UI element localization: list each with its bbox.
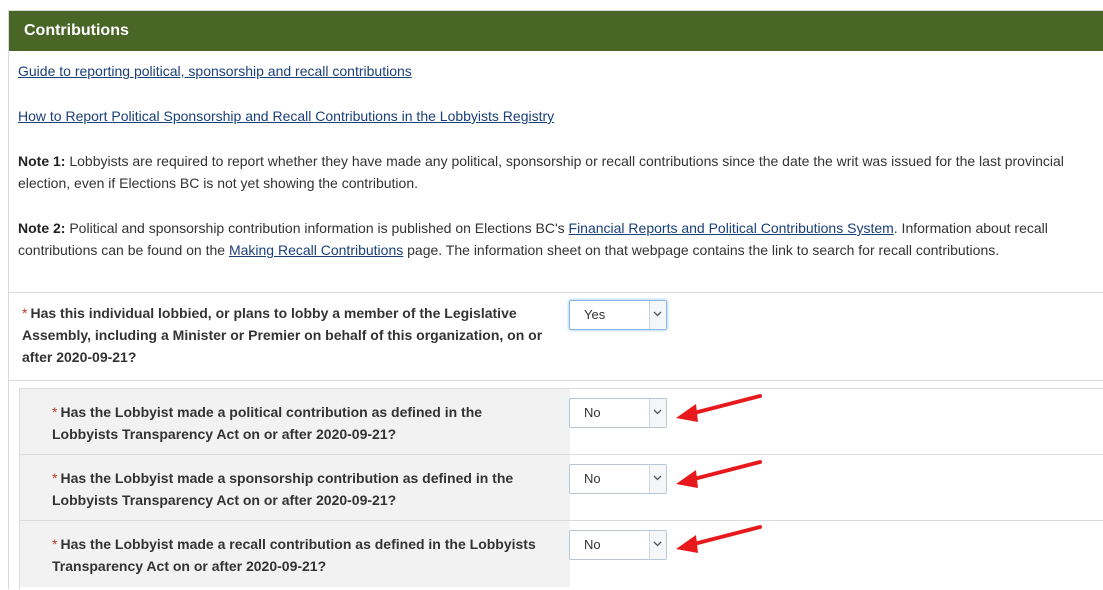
chevron-down-icon <box>649 465 666 493</box>
sponsorship-contribution-select[interactable]: No <box>569 464 667 494</box>
political-contribution-label: Has the Lobbyist made a political contri… <box>52 404 483 442</box>
note-1-text: Lobbyists are required to report whether… <box>18 153 1064 191</box>
sponsorship-contribution-row: * Has the Lobbyist made a sponsorship con… <box>20 455 1103 521</box>
political-contribution-value: No <box>584 405 601 420</box>
sponsorship-contribution-value: No <box>584 471 601 486</box>
required-marker: * <box>52 470 58 486</box>
financial-reports-link[interactable]: Financial Reports and Political Contribu… <box>569 220 894 236</box>
lobbied-select-value: Yes <box>584 307 606 322</box>
note-2: Note 2: Political and sponsorship contri… <box>18 217 1098 261</box>
chevron-down-icon <box>649 399 666 427</box>
lobbied-question: * Has this individual lobbied, or plans t… <box>22 302 552 368</box>
recall-contribution-label: Has the Lobbyist made a recall contribut… <box>52 536 536 574</box>
note-2-text-c: page. The information sheet on that webp… <box>407 242 1000 258</box>
how-to-report-link[interactable]: How to Report Political Sponsorship and … <box>18 108 554 124</box>
guide-link[interactable]: Guide to reporting political, sponsorshi… <box>18 63 412 79</box>
contributions-panel: Contributions Guide to reporting politic… <box>8 10 1103 590</box>
divider <box>9 292 1103 293</box>
divider <box>9 380 1103 381</box>
sponsorship-contribution-question: * Has the Lobbyist made a sponsorship con… <box>52 467 542 511</box>
red-arrow-icon <box>676 525 762 553</box>
chevron-down-icon <box>649 531 666 559</box>
lobbied-question-label: Has this individual lobbied, or plans to… <box>22 305 543 365</box>
required-marker: * <box>52 536 58 552</box>
political-contribution-select[interactable]: No <box>569 398 667 428</box>
note-1: Note 1: Lobbyists are required to report… <box>18 150 1098 194</box>
red-arrow-icon <box>676 460 762 488</box>
political-contribution-question: * Has the Lobbyist made a political contr… <box>52 401 542 445</box>
recall-contribution-row: * Has the Lobbyist made a recall contribu… <box>20 521 1103 587</box>
contribution-questions: * Has the Lobbyist made a political contr… <box>19 388 1103 590</box>
making-recall-contributions-link[interactable]: Making Recall Contributions <box>229 242 403 258</box>
red-arrow-icon <box>676 394 762 422</box>
note-2-label: Note 2: <box>18 220 66 236</box>
section-header: Contributions <box>9 11 1103 51</box>
note-2-text-a: Political and sponsorship contribution i… <box>69 220 565 236</box>
chevron-down-icon <box>649 301 666 329</box>
required-marker: * <box>22 305 28 321</box>
required-marker: * <box>52 404 58 420</box>
political-contribution-row: * Has the Lobbyist made a political contr… <box>20 389 1103 455</box>
recall-contribution-select[interactable]: No <box>569 530 667 560</box>
note-1-label: Note 1: <box>18 153 66 169</box>
recall-contribution-question: * Has the Lobbyist made a recall contribu… <box>52 533 542 577</box>
recall-contribution-value: No <box>584 537 601 552</box>
sponsorship-contribution-label: Has the Lobbyist made a sponsorship cont… <box>52 470 514 508</box>
lobbied-select[interactable]: Yes <box>569 300 667 330</box>
